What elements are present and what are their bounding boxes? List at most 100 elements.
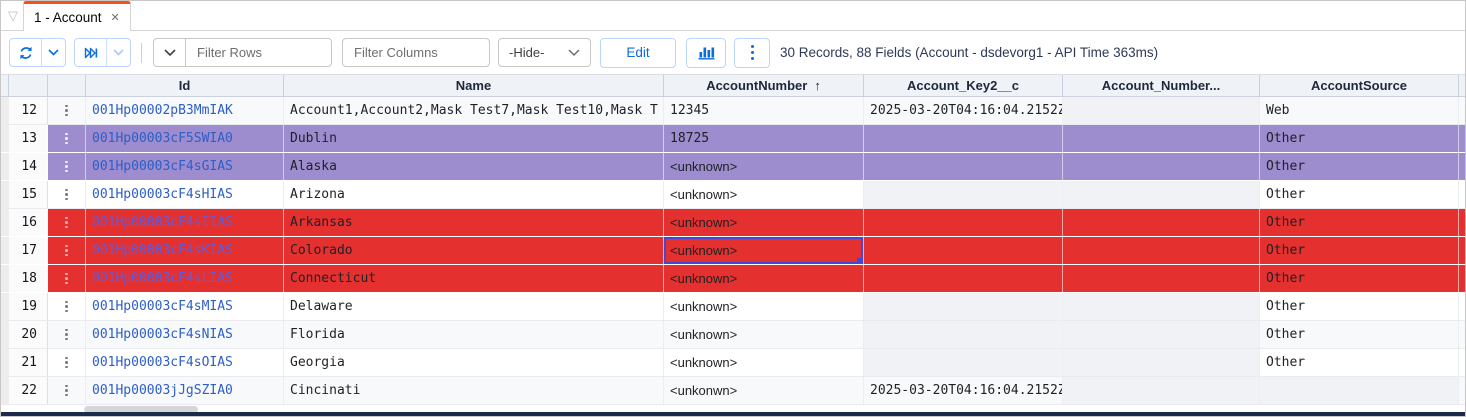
cell-accountnumber[interactable]: <unknown> bbox=[664, 209, 864, 236]
header-account-number[interactable]: Account_Number... bbox=[1063, 75, 1260, 96]
cell-account-key2[interactable] bbox=[864, 293, 1063, 320]
row-gutter bbox=[1, 237, 9, 264]
cell-account-number[interactable] bbox=[1063, 321, 1260, 348]
cell-name[interactable]: Arizona bbox=[284, 181, 664, 208]
cell-account-number[interactable] bbox=[1063, 97, 1260, 124]
cell-account-key2[interactable] bbox=[864, 153, 1063, 180]
cell-name[interactable]: Dublin bbox=[284, 125, 664, 152]
cell-accountsource[interactable]: Other bbox=[1260, 293, 1459, 320]
cell-id[interactable]: 001Hp00003cF4sGIAS bbox=[86, 153, 284, 180]
cell-name[interactable]: Florida bbox=[284, 321, 664, 348]
cell-account-number[interactable] bbox=[1063, 125, 1260, 152]
cell-account-number[interactable] bbox=[1063, 349, 1260, 376]
cell-id[interactable]: 001Hp00003cF5SWIA0 bbox=[86, 125, 284, 152]
cell-accountnumber[interactable]: <unknown> bbox=[664, 237, 864, 264]
row-menu-button[interactable] bbox=[48, 349, 86, 376]
cell-accountsource[interactable]: Other bbox=[1260, 125, 1459, 152]
cell-account-key2[interactable] bbox=[864, 209, 1063, 236]
cell-accountnumber[interactable]: <unknown> bbox=[664, 293, 864, 320]
row-menu-button[interactable] bbox=[48, 265, 86, 292]
cell-accountsource[interactable]: Other bbox=[1260, 153, 1459, 180]
query-all-button[interactable] bbox=[75, 39, 107, 66]
row-menu-button[interactable] bbox=[48, 153, 86, 180]
cell-id[interactable]: 001Hp00003cF4sHIAS bbox=[86, 181, 284, 208]
cell-account-key2[interactable] bbox=[864, 125, 1063, 152]
more-options-button[interactable] bbox=[734, 38, 770, 68]
cell-account-key2[interactable] bbox=[864, 181, 1063, 208]
query-more-dropdown-button[interactable] bbox=[107, 39, 130, 66]
refresh-dropdown-button[interactable] bbox=[42, 39, 65, 66]
header-name[interactable]: Name bbox=[284, 75, 664, 96]
cell-accountsource[interactable] bbox=[1260, 377, 1459, 404]
tab-account[interactable]: 1 - Account ✕ bbox=[23, 1, 131, 31]
cell-account-number[interactable] bbox=[1063, 237, 1260, 264]
edit-button[interactable]: Edit bbox=[600, 38, 676, 68]
cell-accountnumber[interactable]: <unknown> bbox=[664, 349, 864, 376]
cell-id[interactable]: 001Hp00003cF4sNIAS bbox=[86, 321, 284, 348]
header-accountnumber[interactable]: AccountNumber ↑ bbox=[664, 75, 864, 96]
cell-account-number[interactable] bbox=[1063, 181, 1260, 208]
row-menu-button[interactable] bbox=[48, 209, 86, 236]
cell-account-number[interactable] bbox=[1063, 265, 1260, 292]
cell-accountsource[interactable]: Other bbox=[1260, 321, 1459, 348]
row-menu-button[interactable] bbox=[48, 125, 86, 152]
header-account-key2[interactable]: Account_Key2__c bbox=[864, 75, 1063, 96]
row-menu-button[interactable] bbox=[48, 97, 86, 124]
row-menu-button[interactable] bbox=[48, 377, 86, 404]
row-menu-button[interactable] bbox=[48, 237, 86, 264]
cell-id[interactable]: 001Hp00003cF4sIIAS bbox=[86, 209, 284, 236]
tab-close-icon[interactable]: ✕ bbox=[111, 11, 120, 24]
refresh-button[interactable] bbox=[10, 39, 42, 66]
cell-account-key2[interactable] bbox=[864, 237, 1063, 264]
cell-id[interactable]: 001Hp00002pB3MmIAK bbox=[86, 97, 284, 124]
filter-rows-input[interactable] bbox=[186, 38, 332, 67]
cell-accountnumber[interactable]: <unknown> bbox=[664, 265, 864, 292]
header-accountsource[interactable]: AccountSource bbox=[1260, 75, 1459, 96]
cell-name[interactable]: Colorado bbox=[284, 237, 664, 264]
collapse-triangle-icon[interactable]: ▽ bbox=[8, 8, 18, 24]
cell-name[interactable]: Alaska bbox=[284, 153, 664, 180]
cell-accountsource[interactable]: Other bbox=[1260, 265, 1459, 292]
cell-account-key2[interactable] bbox=[864, 321, 1063, 348]
cell-id[interactable]: 001Hp00003cF4sOIAS bbox=[86, 349, 284, 376]
cell-name[interactable]: Account1,Account2,Mask Test7,Mask Test10… bbox=[284, 97, 664, 124]
hide-columns-select[interactable]: -Hide- bbox=[498, 38, 591, 67]
cell-account-key2[interactable]: 2025-03-20T04:16:04.2152Z bbox=[864, 377, 1063, 404]
cell-accountnumber[interactable]: 12345 bbox=[664, 97, 864, 124]
cell-account-key2[interactable] bbox=[864, 349, 1063, 376]
cell-name[interactable]: Cincinati bbox=[284, 377, 664, 404]
cell-id[interactable]: 001Hp00003cF4sKIAS bbox=[86, 237, 284, 264]
cell-accountnumber[interactable]: <unkonwn> bbox=[664, 377, 864, 404]
filter-columns-input[interactable] bbox=[342, 38, 490, 67]
row-menu-button[interactable] bbox=[48, 321, 86, 348]
selection-handle[interactable] bbox=[857, 258, 862, 263]
filter-options-button[interactable] bbox=[153, 38, 186, 67]
row-menu-button[interactable] bbox=[48, 293, 86, 320]
cell-accountsource[interactable]: Other bbox=[1260, 209, 1459, 236]
cell-account-key2[interactable]: 2025-03-20T04:16:04.2152Z bbox=[864, 97, 1063, 124]
cell-account-number[interactable] bbox=[1063, 153, 1260, 180]
cell-account-key2[interactable] bbox=[864, 265, 1063, 292]
cell-name[interactable]: Delaware bbox=[284, 293, 664, 320]
cell-account-number[interactable] bbox=[1063, 377, 1260, 404]
cell-name[interactable]: Connecticut bbox=[284, 265, 664, 292]
cell-accountnumber[interactable]: <unknown> bbox=[664, 321, 864, 348]
chart-button[interactable] bbox=[686, 38, 726, 68]
cell-accountnumber[interactable]: <unknown> bbox=[664, 181, 864, 208]
cell-accountsource[interactable]: Web bbox=[1260, 97, 1459, 124]
cell-name[interactable]: Arkansas bbox=[284, 209, 664, 236]
header-id[interactable]: Id bbox=[86, 75, 284, 96]
cell-accountnumber[interactable]: 18725 bbox=[664, 125, 864, 152]
cell-id[interactable]: 001Hp00003cF4sLIAS bbox=[86, 265, 284, 292]
cell-account-number[interactable] bbox=[1063, 209, 1260, 236]
cell-accountsource[interactable]: Other bbox=[1260, 237, 1459, 264]
row-menu-button[interactable] bbox=[48, 181, 86, 208]
cell-id[interactable]: 001Hp00003cF4sMIAS bbox=[86, 293, 284, 320]
kebab-icon bbox=[751, 45, 754, 60]
cell-accountsource[interactable]: Other bbox=[1260, 349, 1459, 376]
cell-name[interactable]: Georgia bbox=[284, 349, 664, 376]
cell-accountsource[interactable]: Other bbox=[1260, 181, 1459, 208]
cell-accountnumber[interactable]: <unknown> bbox=[664, 153, 864, 180]
cell-account-number[interactable] bbox=[1063, 293, 1260, 320]
cell-id[interactable]: 001Hp00003jJgSZIA0 bbox=[86, 377, 284, 404]
